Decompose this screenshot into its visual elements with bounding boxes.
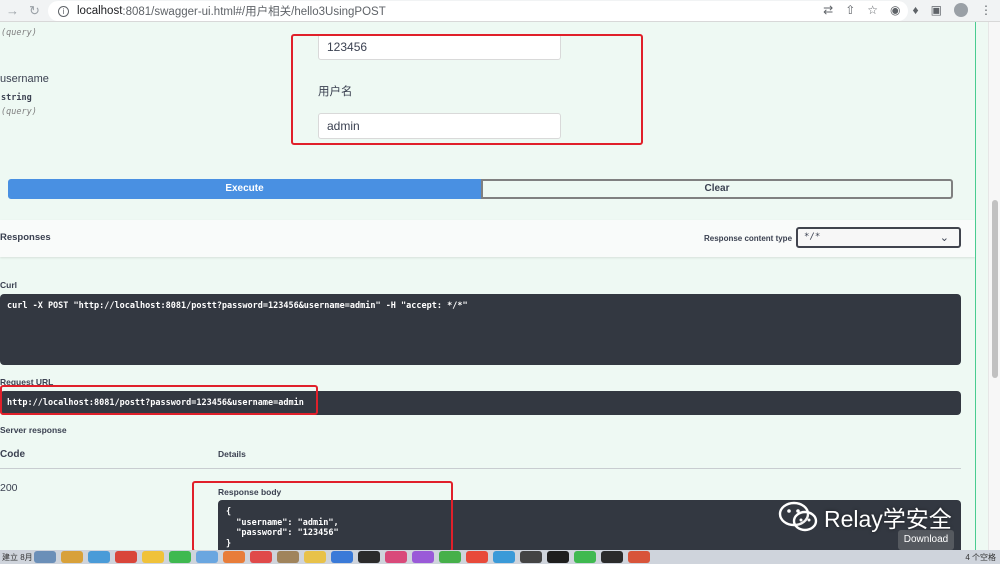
settings-icon[interactable]: [520, 551, 542, 563]
screen: → ↻ i localhost:8081/swagger-ui.html#/用户…: [0, 0, 1000, 564]
browser-toolbar: → ↻ i localhost:8081/swagger-ui.html#/用户…: [0, 0, 1000, 22]
wechat-icon[interactable]: [574, 551, 596, 563]
response-status-code: 200: [0, 482, 18, 494]
table-divider: [0, 468, 961, 469]
responses-header: Responses Response content type */* ⌄: [0, 220, 975, 257]
site-info-icon[interactable]: i: [58, 5, 69, 17]
nav-buttons: → ↻: [0, 3, 52, 19]
launchpad-icon[interactable]: [61, 551, 83, 563]
dock-icons: [34, 551, 650, 563]
ide-icon[interactable]: [601, 551, 623, 563]
address-bar[interactable]: i localhost:8081/swagger-ui.html#/用户相关/h…: [48, 1, 908, 21]
side-panel-icon[interactable]: ▣: [931, 3, 942, 17]
console-icon[interactable]: [547, 551, 569, 563]
dock-left-text: 建立 8月: [2, 552, 33, 562]
photos-icon[interactable]: [223, 551, 245, 563]
podcasts-icon[interactable]: [412, 551, 434, 563]
app-icon[interactable]: [142, 551, 164, 563]
profile-avatar[interactable]: [954, 3, 968, 17]
username-param-name: username: [0, 73, 49, 85]
safari-icon[interactable]: [88, 551, 110, 563]
response-content-type-label: Response content type: [704, 234, 793, 243]
wechat-logo-icon: [778, 501, 818, 532]
username-param-type: string: [1, 93, 32, 103]
watermark: Relay学安全: [778, 500, 952, 534]
menu-kebab-icon[interactable]: ⋮: [980, 3, 992, 17]
page-scrollbar[interactable]: [988, 22, 1000, 550]
app-store-badge-icon[interactable]: [466, 551, 488, 563]
code-column-header: Code: [0, 449, 25, 460]
operation-border-line: [975, 22, 976, 552]
back-icon[interactable]: →: [6, 3, 19, 19]
chrome-icon[interactable]: [115, 551, 137, 563]
highlight-request-url-box: [0, 385, 318, 415]
curl-command: curl -X POST "http://localhost:8081/post…: [7, 301, 468, 311]
stickies-icon[interactable]: [304, 551, 326, 563]
password-param-location: (query): [1, 28, 37, 38]
url-path: :8081/swagger-ui.html#/用户相关/hello3UsingP…: [122, 6, 386, 18]
bookmark-star-icon[interactable]: ☆: [867, 3, 878, 17]
highlight-response-body-box: [192, 481, 453, 550]
mail-icon[interactable]: [493, 551, 515, 563]
extension-badge-icon[interactable]: ◉: [890, 3, 900, 17]
responses-title: Responses: [0, 232, 51, 243]
scrollbar-thumb[interactable]: [992, 200, 998, 378]
username-param-location: (query): [1, 107, 37, 117]
share-icon[interactable]: ⇧: [845, 3, 855, 17]
clear-button[interactable]: Clear: [481, 179, 953, 199]
translate-icon[interactable]: ⇄: [823, 3, 833, 17]
extensions-puzzle-icon[interactable]: ♦: [913, 3, 919, 17]
maps-icon[interactable]: [196, 551, 218, 563]
details-column-header: Details: [218, 449, 246, 459]
appstore-icon[interactable]: [331, 551, 353, 563]
dock-right-text: 4 个空格: [965, 553, 996, 562]
curl-code-block: curl -X POST "http://localhost:8081/post…: [0, 294, 961, 365]
music-icon[interactable]: [385, 551, 407, 563]
server-response-label: Server response: [0, 425, 67, 435]
response-content-type-select[interactable]: */* ⌄: [796, 227, 961, 248]
reload-icon[interactable]: ↻: [29, 3, 40, 19]
response-content-type-value: */*: [804, 232, 821, 242]
watermark-text: Relay学安全: [824, 506, 952, 532]
os-dock: 建立 8月 4 个空格: [0, 550, 1000, 564]
facetime-icon[interactable]: [439, 551, 461, 563]
calendar-icon[interactable]: [250, 551, 272, 563]
terminal-icon[interactable]: [358, 551, 380, 563]
jetbrains-icon[interactable]: [628, 551, 650, 563]
browser-actions: ⇄ ⇧ ☆ ◉ ♦ ▣ ⋮: [823, 3, 992, 17]
chevron-down-icon: ⌄: [939, 231, 949, 244]
highlight-params-box: [291, 34, 643, 145]
notes-icon[interactable]: [277, 551, 299, 563]
messages-icon[interactable]: [169, 551, 191, 563]
swagger-page: (query) username string (query) 用户名 Exec…: [0, 22, 988, 550]
url-host: localhost: [77, 5, 123, 17]
finder-icon[interactable]: [34, 551, 56, 563]
execute-button[interactable]: Execute: [8, 179, 481, 199]
curl-label: Curl: [0, 280, 17, 290]
